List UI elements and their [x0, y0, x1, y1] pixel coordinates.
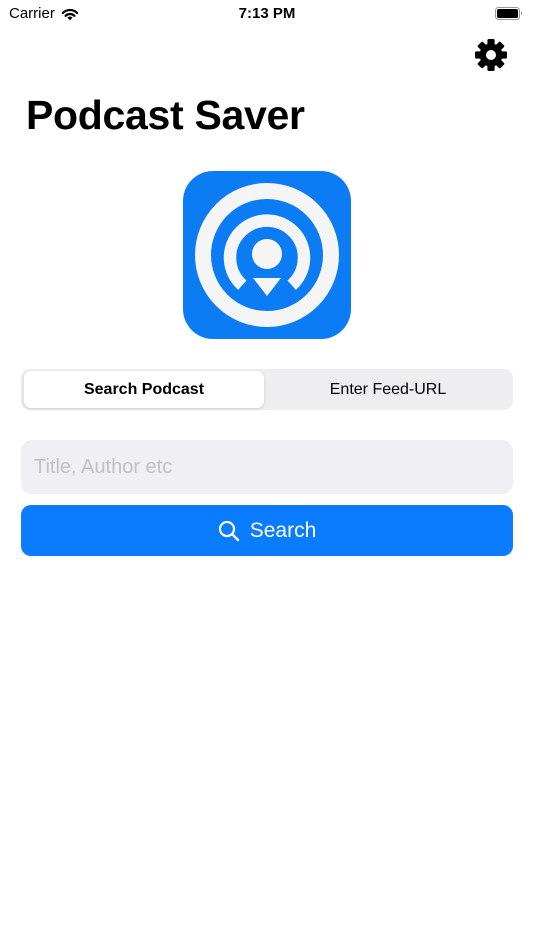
status-time: 7:13 PM [238, 5, 296, 22]
gear-icon [475, 39, 507, 71]
settings-button[interactable] [473, 37, 509, 73]
mode-segmented-control: Search Podcast Enter Feed-URL [21, 369, 513, 410]
segment-label: Enter Feed-URL [329, 380, 447, 398]
battery-icon [495, 7, 522, 20]
segment-enter-feed-url[interactable]: Enter Feed-URL [266, 371, 510, 408]
status-bar: Carrier 7:13 PM [0, 0, 534, 28]
search-icon [218, 520, 239, 541]
segment-search-podcast[interactable]: Search Podcast [24, 371, 264, 408]
podcast-download-icon [195, 183, 339, 327]
search-field [21, 440, 513, 494]
search-input[interactable] [34, 440, 500, 494]
search-button[interactable]: Search [21, 505, 513, 556]
search-button-label: Search [249, 518, 317, 542]
segment-label: Search Podcast [83, 380, 205, 398]
app-logo [183, 171, 351, 339]
page-title: Podcast Saver [26, 92, 305, 138]
